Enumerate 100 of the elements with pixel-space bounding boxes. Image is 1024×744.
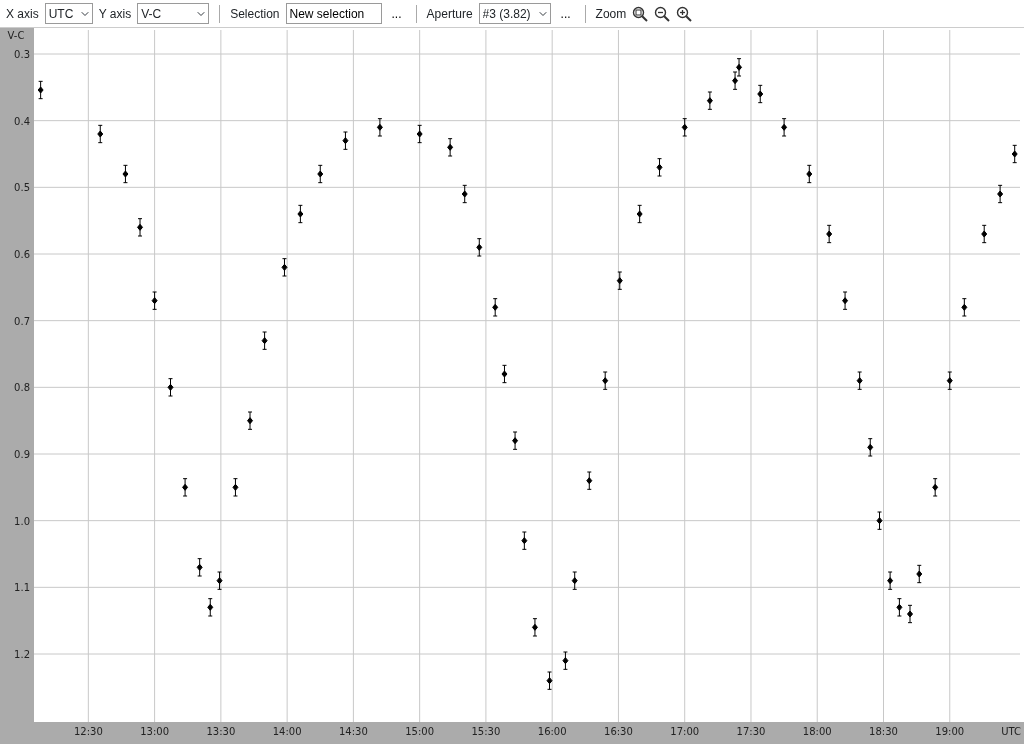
- selection-label: Selection: [230, 5, 280, 23]
- data-point: [981, 224, 988, 244]
- data-point: [216, 571, 223, 590]
- aperture-dropdown[interactable]: #3 (3.82): [478, 3, 551, 24]
- data-point: [946, 371, 953, 390]
- data-point: [261, 331, 268, 350]
- zoom-in-icon[interactable]: [676, 5, 693, 22]
- data-point: [806, 164, 813, 184]
- point: [137, 223, 144, 231]
- data-point: [1011, 144, 1018, 164]
- point: [806, 170, 813, 178]
- data-point: [376, 118, 383, 137]
- point: [546, 677, 553, 685]
- point: [512, 437, 519, 445]
- data-point: [997, 184, 1004, 204]
- x-tick-label: 14:00: [272, 726, 302, 737]
- data-point: [122, 164, 129, 184]
- data-point: [867, 438, 874, 457]
- x-tick-label: 18:00: [802, 726, 832, 737]
- point: [1011, 150, 1018, 158]
- zoom-out-icon[interactable]: [654, 5, 671, 22]
- y-axis-dropdown[interactable]: V-C: [137, 3, 210, 24]
- data-point: [137, 218, 143, 237]
- data-point: [531, 618, 538, 637]
- data-point: [297, 204, 304, 224]
- data-point: [317, 164, 324, 184]
- data-point: [207, 598, 214, 617]
- point: [207, 603, 214, 611]
- point: [961, 303, 968, 311]
- data-point: [887, 571, 894, 590]
- x-tick-label: 17:30: [736, 726, 766, 737]
- x-tick-label: 12:30: [73, 726, 103, 737]
- point: [896, 603, 903, 611]
- zoom-label: Zoom: [595, 5, 627, 23]
- selection-field[interactable]: New selection: [285, 3, 382, 24]
- point: [501, 370, 508, 378]
- point: [636, 210, 643, 218]
- point: [562, 657, 569, 665]
- point: [867, 443, 874, 451]
- point: [856, 377, 863, 385]
- y-tick-label: 0.6: [14, 249, 30, 260]
- data-point: [461, 184, 468, 204]
- point: [602, 377, 609, 385]
- point: [37, 86, 44, 94]
- point: [736, 63, 743, 71]
- data-point: [476, 238, 483, 257]
- data-point: [757, 84, 764, 104]
- point: [681, 123, 688, 131]
- data-point: [856, 371, 863, 390]
- data-point: [826, 224, 833, 244]
- point: [932, 483, 939, 491]
- point: [232, 483, 239, 491]
- point: [342, 137, 349, 145]
- y-tick-label: 1.2: [14, 649, 30, 660]
- data-point: [232, 478, 239, 497]
- more-button[interactable]: ...: [387, 4, 406, 23]
- y-tick-label: 0.9: [14, 449, 30, 460]
- point: [757, 90, 764, 98]
- x-tick-label: 14:30: [339, 726, 368, 737]
- y-tick-label: 0.7: [14, 315, 30, 327]
- point: [297, 210, 304, 218]
- point: [997, 190, 1004, 198]
- data-point: [342, 131, 349, 150]
- point: [876, 517, 883, 525]
- data-point: [196, 558, 203, 577]
- zoom-fit-icon[interactable]: [632, 5, 649, 22]
- x-tick-label: 19:00: [935, 726, 965, 737]
- point: [842, 297, 849, 305]
- point: [216, 577, 223, 585]
- point: [376, 123, 383, 131]
- x-tick-label: 13:30: [206, 726, 236, 737]
- x-axis-dropdown[interactable]: UTC: [44, 3, 93, 24]
- point: [461, 190, 468, 198]
- more-button[interactable]: ...: [556, 4, 575, 23]
- data-point: [932, 478, 939, 497]
- data-point: [167, 378, 174, 397]
- x-axis-label: X axis: [6, 5, 39, 23]
- point: [97, 130, 104, 138]
- x-tick-label: 16:30: [604, 726, 633, 737]
- x-tick-label: 17:00: [670, 726, 700, 737]
- data-point: [656, 158, 663, 177]
- data-point: [492, 298, 499, 317]
- y-tick-label: 0.8: [14, 382, 30, 394]
- point: [907, 610, 913, 618]
- data-point: [781, 118, 788, 137]
- point: [317, 170, 324, 178]
- point: [122, 170, 129, 178]
- point: [167, 383, 174, 391]
- point: [916, 570, 923, 578]
- point: [656, 163, 663, 171]
- point: [981, 230, 988, 238]
- point: [476, 243, 483, 251]
- point: [247, 417, 254, 425]
- point: [182, 483, 189, 491]
- point: [887, 577, 894, 585]
- y-axis-title: V-C: [7, 30, 25, 41]
- data-point: [636, 204, 643, 224]
- point: [571, 577, 578, 585]
- point: [416, 130, 423, 138]
- point: [946, 377, 953, 385]
